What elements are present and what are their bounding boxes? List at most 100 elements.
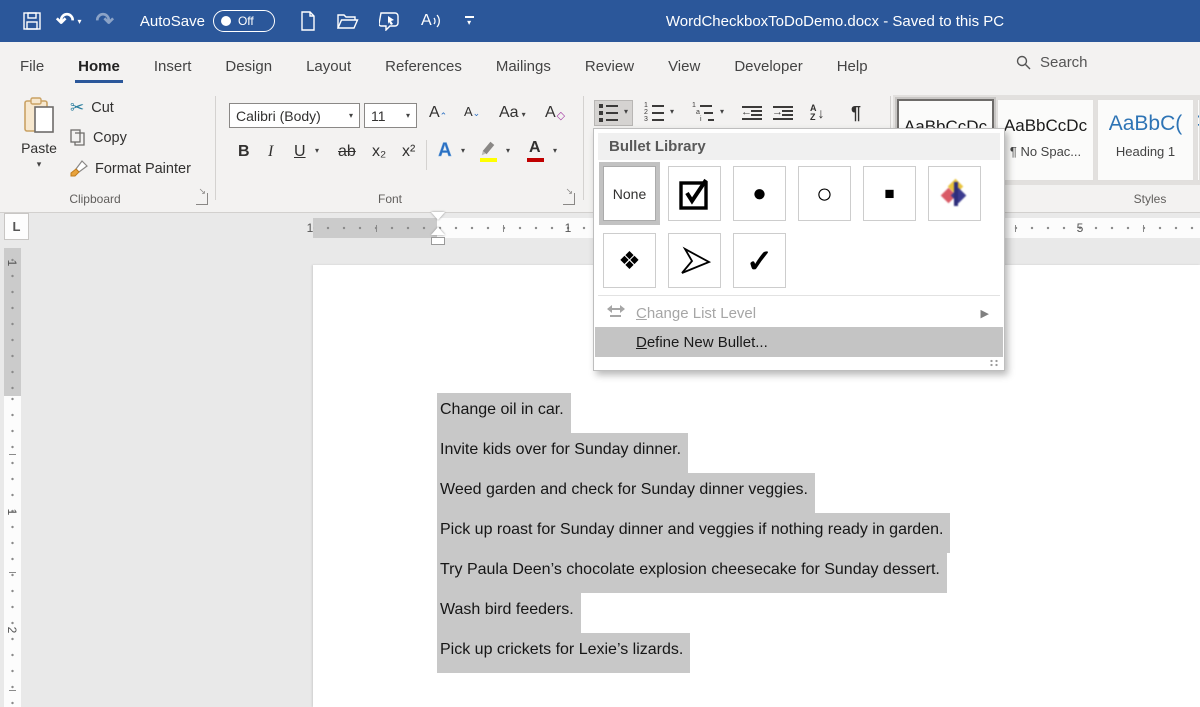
font-name-combobox[interactable]: Calibri (Body) ▾ <box>229 103 360 128</box>
paste-dropdown-caret[interactable]: ▾ <box>37 159 42 170</box>
undo-dropdown-caret[interactable]: ▾ <box>77 17 81 26</box>
tab-help[interactable]: Help <box>820 46 885 85</box>
bullet-option-filled-square[interactable]: ■ <box>863 166 916 221</box>
bullet-option-checkbox[interactable] <box>668 166 721 221</box>
numbering-button[interactable]: 1 2 3 ▾ <box>640 100 678 126</box>
tab-insert[interactable]: Insert <box>137 46 209 85</box>
tab-layout[interactable]: Layout <box>289 46 368 85</box>
first-line-indent-marker[interactable] <box>431 212 445 220</box>
style-heading-1[interactable]: AaBbC( Heading 1 <box>1097 99 1194 181</box>
ruler-number: 1 <box>5 508 19 516</box>
tab-view[interactable]: View <box>651 46 717 85</box>
document-text[interactable]: Change oil in car. Invite kids over for … <box>437 393 951 673</box>
paragraph-selected[interactable]: Try Paula Deen’s chocolate explosion che… <box>437 553 950 593</box>
underline-caret[interactable]: ▾ <box>312 146 319 158</box>
bullet-option-four-diamonds[interactable]: ❖ <box>603 233 656 288</box>
paragraph-selected[interactable]: Weed garden and check for Sunday dinner … <box>437 473 950 513</box>
clear-formatting-button[interactable]: A ◇ <box>545 104 565 122</box>
shrink-font-button[interactable]: A ⌄ <box>464 104 480 119</box>
copy-icon <box>70 129 86 146</box>
superscript-button[interactable]: x² <box>402 143 415 161</box>
show-paragraph-marks-button[interactable]: ¶ <box>847 100 865 126</box>
multilevel-list-icon: 1 a i <box>692 102 714 123</box>
underline-button[interactable]: U <box>294 143 306 161</box>
bullet-option-arrowhead[interactable] <box>668 233 721 288</box>
italic-button[interactable]: I <box>268 143 273 161</box>
style-no-spacing[interactable]: AaBbCcDc ¶ No Spac... <box>997 99 1094 181</box>
read-aloud-icon[interactable]: A <box>421 12 443 30</box>
grow-font-button[interactable]: A ⌃ <box>429 104 447 122</box>
paragraph-selected[interactable]: Pick up roast for Sunday dinner and vegg… <box>437 513 951 553</box>
submenu-arrow-icon: ▶ <box>980 307 989 320</box>
search-box[interactable]: Search <box>1016 54 1088 71</box>
undo-button[interactable]: ↶ ▾ <box>56 10 81 32</box>
font-name-caret[interactable]: ▾ <box>349 111 353 120</box>
font-color-bar <box>527 158 544 162</box>
paragraph-selected[interactable]: Pick up crickets for Lexie’s lizards. <box>437 633 950 673</box>
multilevel-caret[interactable]: ▾ <box>720 107 724 116</box>
new-document-icon[interactable] <box>299 11 317 31</box>
horizontal-ruler-margin[interactable] <box>313 218 437 238</box>
bullet-option-colored-star[interactable] <box>928 166 981 221</box>
sort-button[interactable]: AZ ↓ <box>806 100 829 126</box>
multilevel-list-button[interactable]: 1 a i ▾ <box>688 100 728 126</box>
increase-indent-icon: → <box>772 105 793 121</box>
tab-file[interactable]: File <box>3 46 61 85</box>
tab-selector[interactable]: L <box>4 213 29 240</box>
bullet-option-none[interactable]: None <box>603 166 656 221</box>
redo-button-disabled: ↷ <box>95 8 114 33</box>
font-dialog-launcher[interactable] <box>563 193 575 205</box>
customize-qat-icon[interactable]: ▾ <box>464 16 474 26</box>
font-color-button[interactable]: A <box>527 139 545 163</box>
font-size-combobox[interactable]: 11 ▾ <box>364 103 417 128</box>
define-new-bullet-item[interactable]: Define New Bullet... <box>595 327 1003 357</box>
indent-markers[interactable] <box>430 212 446 252</box>
autosave-control[interactable]: AutoSave Off <box>140 10 275 32</box>
touch-mouse-mode-icon[interactable] <box>378 11 401 31</box>
checkbox-bullet-icon <box>678 177 712 211</box>
tab-review[interactable]: Review <box>568 46 651 85</box>
subscript-button[interactable]: x₂ <box>372 143 386 161</box>
copy-button[interactable]: Copy <box>70 129 127 146</box>
tab-mailings[interactable]: Mailings <box>479 46 568 85</box>
text-effects-button[interactable]: A <box>438 140 452 162</box>
format-painter-button[interactable]: Format Painter <box>70 160 191 177</box>
text-effects-caret[interactable]: ▾ <box>458 146 465 158</box>
paragraph-selected[interactable]: Change oil in car. <box>437 393 950 433</box>
change-case-button[interactable]: Aa ▾ <box>499 104 526 122</box>
autosave-toggle[interactable]: Off <box>212 10 275 32</box>
vertical-ruler[interactable] <box>4 248 21 707</box>
highlight-caret[interactable]: ▾ <box>503 146 510 158</box>
bold-button[interactable]: B <box>238 143 250 161</box>
paragraph-selected[interactable]: Wash bird feeders. <box>437 593 950 633</box>
bullet-library-header: Bullet Library <box>598 133 1000 160</box>
hanging-indent-marker[interactable] <box>431 227 445 235</box>
paragraph-selected[interactable]: Invite kids over for Sunday dinner. <box>437 433 950 473</box>
open-folder-icon[interactable] <box>336 12 359 30</box>
font-color-caret[interactable]: ▾ <box>550 146 557 158</box>
tab-developer[interactable]: Developer <box>717 46 819 85</box>
bullet-option-checkmark[interactable]: ✓ <box>733 233 786 288</box>
bullets-caret[interactable]: ▾ <box>624 107 628 116</box>
ruler-number: 1 <box>5 259 19 267</box>
tab-design[interactable]: Design <box>208 46 289 85</box>
cut-button[interactable]: ✂ Cut <box>70 98 114 118</box>
bullets-button[interactable]: ▾ <box>594 100 634 126</box>
paste-label: Paste <box>21 140 57 156</box>
bullet-option-open-circle[interactable]: ○ <box>798 166 851 221</box>
left-indent-marker[interactable] <box>431 237 445 245</box>
highlight-button[interactable] <box>480 141 498 162</box>
tab-references[interactable]: References <box>368 46 479 85</box>
save-icon[interactable] <box>22 11 42 31</box>
numbering-caret[interactable]: ▾ <box>670 107 674 116</box>
font-size-caret[interactable]: ▾ <box>406 111 410 120</box>
change-list-level-item: Change List Level ▶ <box>595 298 1003 328</box>
paste-button[interactable]: Paste ▾ <box>14 97 64 191</box>
bullet-option-filled-circle[interactable]: ● <box>733 166 786 221</box>
tab-home[interactable]: Home <box>61 46 137 85</box>
increase-indent-button[interactable]: → <box>769 100 797 126</box>
decrease-indent-button[interactable]: ← <box>738 100 766 126</box>
menu-resize-grip[interactable] <box>989 359 999 367</box>
strikethrough-button[interactable]: ab <box>338 143 356 161</box>
clipboard-dialog-launcher[interactable] <box>196 193 208 205</box>
